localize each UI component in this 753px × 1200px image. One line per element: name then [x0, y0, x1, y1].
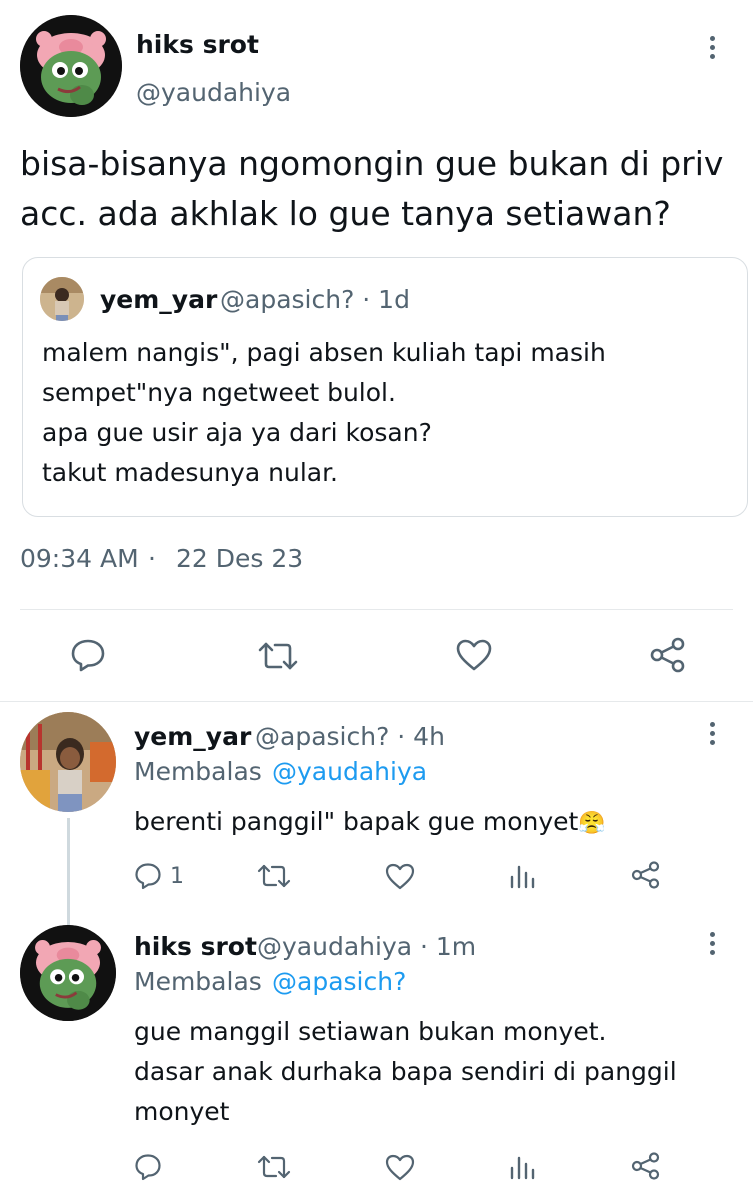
divider-bottom	[0, 701, 753, 702]
tweet-time-separator: ·	[148, 544, 156, 573]
reply1-handle-age[interactable]: @apasich? · 4h	[255, 722, 445, 751]
pepe-pig-avatar-icon	[20, 15, 122, 117]
quoted-text-line1: malem nangis", pagi absen kuliah tapi ma…	[42, 338, 606, 367]
reply2-replying-to[interactable]: @apasich?	[272, 967, 406, 996]
thread-line	[67, 818, 70, 928]
huffing-face-emoji: 😤	[578, 811, 606, 836]
reply2-text-line1: gue manggil setiawan bukan monyet.	[134, 1017, 607, 1046]
quoted-handle-age[interactable]: @apasich? · 1d	[220, 285, 410, 314]
reply1-avatar[interactable]	[20, 712, 116, 812]
like-icon[interactable]	[455, 638, 493, 672]
quoted-text-line3: apa gue usir aja ya dari kosan?	[42, 418, 432, 447]
quoted-text-line2: sempet"nya ngetweet bulol.	[42, 378, 396, 407]
quoted-avatar	[40, 277, 84, 321]
more-icon[interactable]	[707, 932, 717, 960]
main-tweet-text-line2: acc. ada akhlak lo gue tanya setiawan?	[20, 194, 671, 233]
reply1-replying-prefix: Membalas	[134, 757, 262, 786]
like-icon[interactable]	[384, 862, 416, 890]
tweet-date: 22 Des 23	[176, 544, 304, 573]
views-icon[interactable]	[508, 863, 536, 889]
main-display-name[interactable]: hiks srot	[136, 30, 259, 59]
quoted-text-line4: takut madesunya nular.	[42, 458, 339, 487]
reply1-replying-to[interactable]: @yaudahiya	[272, 757, 427, 786]
reply-icon[interactable]	[70, 638, 106, 672]
share-icon[interactable]	[630, 1151, 662, 1181]
reply1-text-body: berenti panggil" bapak gue monyet	[134, 807, 579, 836]
reply-icon[interactable]	[134, 862, 162, 890]
retweet-icon[interactable]	[257, 1153, 291, 1181]
child-photo-icon	[20, 712, 116, 812]
tweet-time: 09:34 AM	[20, 544, 139, 573]
child-photo-icon	[40, 277, 84, 321]
quoted-display-name[interactable]: yem_yar	[100, 285, 217, 314]
reply2-text-line3: monyet	[134, 1097, 230, 1126]
reply1-display-name[interactable]: yem_yar	[134, 722, 251, 751]
share-icon[interactable]	[648, 636, 688, 674]
pepe-pig-avatar-icon	[20, 925, 116, 1021]
avatar-main[interactable]	[20, 15, 122, 117]
retweet-icon[interactable]	[257, 862, 291, 890]
share-icon[interactable]	[630, 860, 662, 890]
views-icon[interactable]	[508, 1154, 536, 1180]
divider-top	[20, 609, 733, 610]
main-handle[interactable]: @yaudahiya	[136, 78, 291, 107]
retweet-icon[interactable]	[257, 640, 299, 672]
more-icon[interactable]	[707, 36, 717, 64]
more-icon[interactable]	[707, 722, 717, 750]
reply2-display-name[interactable]: hiks srot	[134, 932, 257, 961]
reply2-text-line2: dasar anak durhaka bapa sendiri di pangg…	[134, 1057, 677, 1086]
reply2-avatar[interactable]	[20, 925, 116, 1021]
reply1-text: berenti panggil" bapak gue monyet😤	[134, 807, 606, 836]
reply-icon[interactable]	[134, 1153, 162, 1181]
like-icon[interactable]	[384, 1153, 416, 1181]
main-tweet-text-line1: bisa-bisanya ngomongin gue bukan di priv	[20, 144, 724, 183]
reply1-reply-count: 1	[170, 864, 184, 889]
reply2-replying-prefix: Membalas	[134, 967, 262, 996]
reply2-handle-age[interactable]: @yaudahiya · 1m	[257, 932, 476, 961]
